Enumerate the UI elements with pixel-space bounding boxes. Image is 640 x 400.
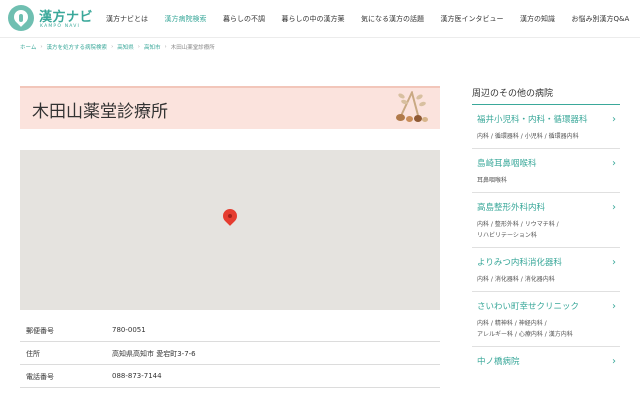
nav-topics[interactable]: 気になる漢方の話題 <box>361 0 424 38</box>
chevron-right-icon: › <box>612 202 616 213</box>
breadcrumb-prefecture[interactable]: 高知県 <box>117 43 134 51</box>
nav-interviews[interactable]: 漢方医インタビュー <box>441 0 504 38</box>
chevron-right-icon: › <box>612 301 616 312</box>
department-tag: 精神科 / <box>494 320 517 327</box>
info-value: 088-873-7144 <box>112 372 162 380</box>
info-value: 高知県高知市 愛宕町3-7-6 <box>112 350 196 358</box>
breadcrumb-separator-icon: › <box>111 44 114 50</box>
department-tag: 消化器内科 <box>524 276 555 283</box>
hospital-departments: 内科 / 循環器科 / 小児科 / 循環器内科 <box>477 131 620 142</box>
department-tag: 漢方内科 <box>548 331 573 338</box>
department-tag: 神経内科 / <box>518 320 547 327</box>
hospital-name[interactable]: 福井小児科・内科・循環器科 <box>477 114 620 126</box>
nearby-hospital-item[interactable]: 島崎耳鼻咽喉科 › 耳鼻咽喉科 <box>472 149 620 193</box>
department-tag: 循環器科 / <box>494 133 523 140</box>
department-tag: リウマチ科 / <box>524 221 559 228</box>
breadcrumb: ホーム › 漢方を処方する病院検索 › 高知県 › 高知市 › 木田山薬堂診療所 <box>20 43 215 51</box>
nav-kampo-in-life[interactable]: 暮らしの中の漢方薬 <box>282 0 345 38</box>
hospital-departments: 内科 / 精神科 / 神経内科 / アレルギー科 / 心療内科 / 漢方内科 <box>477 318 620 340</box>
location-map[interactable] <box>20 150 440 310</box>
nav-daily-ailments[interactable]: 暮らしの不調 <box>223 0 265 38</box>
breadcrumb-separator-icon: › <box>40 44 43 50</box>
breadcrumb-home[interactable]: ホーム <box>20 43 36 51</box>
chevron-right-icon: › <box>612 257 616 268</box>
department-tag: アレルギー科 / <box>477 331 517 338</box>
hospital-name[interactable]: さいわい町幸せクリニック <box>477 301 620 313</box>
breadcrumb-hospital-search[interactable]: 漢方を処方する病院検索 <box>47 43 108 51</box>
department-tag: 整形外科 / <box>494 221 523 228</box>
nearby-hospital-item[interactable]: 福井小児科・内科・循環器科 › 内科 / 循環器科 / 小児科 / 循環器内科 <box>472 105 620 149</box>
site-header: 漢方ナビ KAMPO NAVI 漢方ナビとは 漢方病院検索 暮らしの不調 暮らし… <box>0 0 640 38</box>
breadcrumb-separator-icon: › <box>137 44 140 50</box>
department-tag: リハビリテーション科 <box>477 232 537 239</box>
logo-text: 漢方ナビ <box>39 10 94 25</box>
info-label: 電話番号 <box>26 373 54 381</box>
department-tag: 内科 / <box>477 276 493 283</box>
department-tag: 循環器内科 <box>548 133 579 140</box>
breadcrumb-current: 木田山薬堂診療所 <box>170 45 215 51</box>
map-pin-icon[interactable] <box>220 206 240 229</box>
nearby-hospital-item[interactable]: よりみつ内科消化器科 › 内科 / 消化器科 / 消化器内科 <box>472 248 620 292</box>
breadcrumb-city[interactable]: 高知市 <box>144 43 161 51</box>
info-value: 780-0051 <box>112 326 146 334</box>
department-tag: 耳鼻咽喉科 <box>477 177 508 184</box>
hospital-departments: 内科 / 消化器科 / 消化器内科 <box>477 274 620 285</box>
department-tag: 内科 / <box>477 320 493 327</box>
nav-about[interactable]: 漢方ナビとは <box>106 0 148 38</box>
hospital-departments: 内科 / 整形外科 / リウマチ科 / リハビリテーション科 <box>477 219 620 241</box>
nav-qa[interactable]: お悩み別漢方Q&A <box>572 0 630 38</box>
main-nav: 漢方ナビとは 漢方病院検索 暮らしの不調 暮らしの中の漢方薬 気になる漢方の話題… <box>106 0 640 38</box>
info-row-address: 住所 高知県高知市 愛宕町3-7-6 <box>20 342 440 365</box>
site-logo[interactable]: 漢方ナビ KAMPO NAVI <box>8 4 98 34</box>
page-title: 木田山薬堂診療所 <box>32 102 168 122</box>
info-row-postal: 郵便番号 780-0051 <box>20 319 440 342</box>
hospital-name[interactable]: 島崎耳鼻咽喉科 <box>477 158 620 170</box>
hospital-name[interactable]: 高島整形外科内科 <box>477 202 620 214</box>
info-row-phone: 電話番号 088-873-7144 <box>20 365 440 388</box>
department-tag: 心療内科 / <box>518 331 547 338</box>
kampo-leaf-logo-icon <box>8 5 34 31</box>
nav-knowledge[interactable]: 漢方の知識 <box>520 0 555 38</box>
hospital-name[interactable]: 中ノ橋病院 <box>477 356 620 368</box>
department-tag: 内科 / <box>477 133 493 140</box>
nearby-hospital-item[interactable]: さいわい町幸せクリニック › 内科 / 精神科 / 神経内科 / アレルギー科 … <box>472 292 620 347</box>
chevron-right-icon: › <box>612 114 616 125</box>
clinic-title-banner: 木田山薬堂診療所 <box>20 86 440 129</box>
department-tag: 内科 / <box>477 221 493 228</box>
department-tag: 小児科 / <box>524 133 547 140</box>
sidebar-title: 周辺のその他の病院 <box>472 89 554 99</box>
hospital-name[interactable]: よりみつ内科消化器科 <box>477 257 620 269</box>
clinic-info-table: 郵便番号 780-0051 住所 高知県高知市 愛宕町3-7-6 電話番号 08… <box>20 319 440 388</box>
nearby-hospital-item[interactable]: 中ノ橋病院 › <box>472 347 620 374</box>
nav-hospital-search[interactable]: 漢方病院検索 <box>165 0 207 38</box>
chevron-right-icon: › <box>612 158 616 169</box>
chevron-right-icon: › <box>612 356 616 367</box>
department-tag: 消化器科 / <box>494 276 523 283</box>
herb-decoration-icon <box>392 88 432 129</box>
info-label: 郵便番号 <box>26 327 54 335</box>
nearby-hospitals-sidebar: 周辺のその他の病院 福井小児科・内科・循環器科 › 内科 / 循環器科 / 小児… <box>472 86 620 374</box>
info-label: 住所 <box>26 350 40 358</box>
logo-subtext: KAMPO NAVI <box>40 24 81 29</box>
nearby-hospital-item[interactable]: 高島整形外科内科 › 内科 / 整形外科 / リウマチ科 / リハビリテーション… <box>472 193 620 248</box>
hospital-departments: 耳鼻咽喉科 <box>477 175 620 186</box>
breadcrumb-separator-icon: › <box>164 44 167 50</box>
